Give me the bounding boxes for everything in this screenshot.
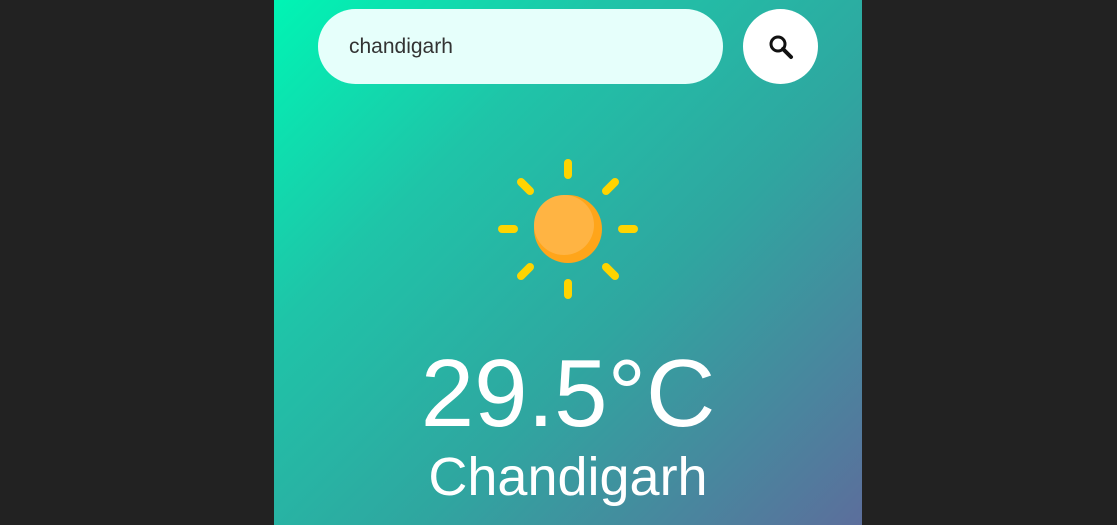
page-background: 29.5°C Chandigarh bbox=[0, 0, 1117, 525]
weather-card: 29.5°C Chandigarh bbox=[274, 0, 862, 525]
search-input[interactable] bbox=[318, 9, 723, 84]
city-name: Chandigarh bbox=[428, 447, 708, 507]
sun-icon bbox=[498, 159, 638, 299]
search-icon bbox=[769, 35, 793, 59]
search-button[interactable] bbox=[743, 9, 818, 84]
temperature: 29.5°C bbox=[420, 340, 716, 447]
